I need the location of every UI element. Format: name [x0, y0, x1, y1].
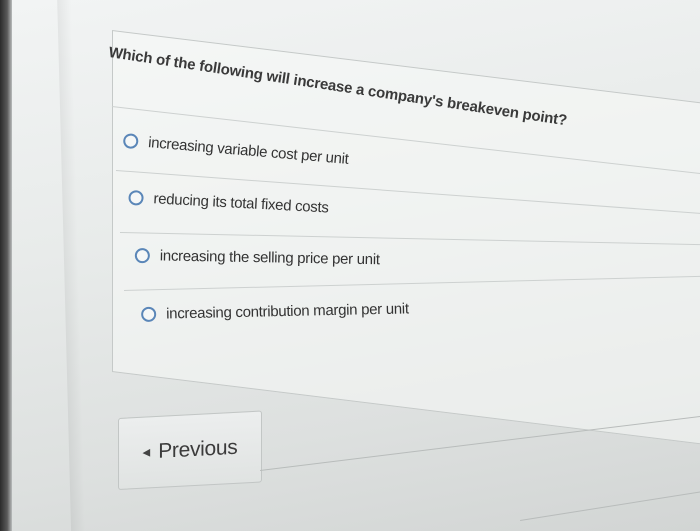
chevron-left-icon: ◀	[142, 446, 151, 459]
quiz-page: Which of the following will increase a c…	[0, 0, 700, 531]
previous-button[interactable]: ◀ Previous	[118, 410, 262, 490]
screen: Which of the following will increase a c…	[0, 0, 700, 531]
radio-button[interactable]	[141, 306, 157, 322]
footer-divider	[520, 488, 700, 521]
radio-button[interactable]	[128, 189, 144, 206]
radio-button[interactable]	[122, 132, 139, 150]
radio-button[interactable]	[134, 247, 150, 264]
previous-label: Previous	[158, 435, 238, 463]
